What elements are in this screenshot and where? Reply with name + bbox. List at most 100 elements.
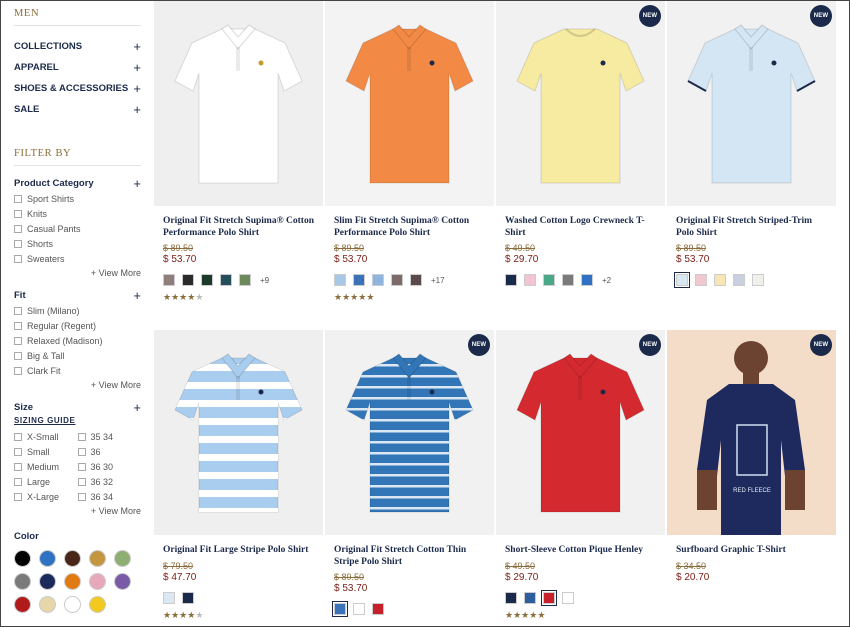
color-swatch[interactable] [89,550,106,567]
color-swatch[interactable] [182,591,194,604]
color-swatch[interactable] [733,274,745,286]
checkbox[interactable] [14,351,22,360]
color-swatch[interactable] [752,274,764,286]
checkbox[interactable] [14,306,22,315]
color-swatch[interactable] [334,274,346,286]
color-swatch[interactable] [239,274,251,286]
color-swatch[interactable] [14,596,31,613]
checkbox[interactable] [14,477,22,486]
color-swatch[interactable] [64,573,81,590]
nav-sale[interactable]: SALE + [14,99,141,120]
filter-option[interactable]: 35 34 [77,429,142,444]
color-swatch[interactable] [372,274,384,286]
filter-option[interactable]: Relaxed (Madison) [14,333,141,348]
facet-header[interactable]: Product Category + [14,175,141,191]
view-more-link[interactable]: + View More [14,506,141,516]
color-swatch[interactable] [163,274,175,286]
product-tile[interactable]: NEW Original Fit Stretch Cotton Thin Stri… [325,330,494,617]
color-swatch[interactable] [391,274,403,286]
product-tile[interactable]: Original Fit Stretch Supima® Cotton Perf… [154,1,323,303]
facet-header[interactable]: Color [14,528,141,544]
filter-option[interactable]: Knits [14,206,141,221]
filter-option[interactable]: Big & Tall [14,348,141,363]
color-swatch[interactable] [39,596,56,613]
checkbox[interactable] [14,432,22,441]
color-swatch[interactable] [543,274,555,286]
filter-option[interactable]: Medium [14,459,78,474]
filter-option[interactable]: Shorts [14,236,141,251]
product-name[interactable]: Original Fit Stretch Striped-Trim Polo S… [676,216,828,239]
checkbox[interactable] [77,447,86,456]
checkbox[interactable] [14,239,22,248]
more-colors-count[interactable]: +17 [431,276,445,285]
color-swatch[interactable] [39,550,56,567]
more-colors-count[interactable]: +9 [260,276,269,285]
filter-option[interactable]: 36 30 [77,459,142,474]
checkbox[interactable] [14,194,22,203]
checkbox[interactable] [77,492,86,501]
product-name[interactable]: Original Fit Stretch Supima® Cotton Perf… [163,216,315,239]
product-tile[interactable]: RED FLEECE NEW Surfboard Graphic T-Shirt $ … [667,330,836,583]
checkbox[interactable] [14,462,22,471]
filter-option[interactable]: 36 32 [77,474,142,489]
color-swatch[interactable] [64,596,81,613]
color-swatch[interactable] [182,274,194,286]
product-image[interactable]: NEW [496,1,665,206]
color-swatch[interactable] [332,601,348,617]
product-tile[interactable]: NEW Short-Sleeve Cotton Pique Henley $ 49.… [496,330,665,621]
product-image[interactable] [154,330,323,535]
checkbox[interactable] [14,224,22,233]
color-swatch[interactable] [410,274,422,286]
checkbox[interactable] [77,432,86,441]
checkbox[interactable] [14,336,22,345]
color-swatch[interactable] [14,573,31,590]
product-name[interactable]: Short-Sleeve Cotton Pique Henley [505,545,657,557]
product-image[interactable]: NEW [496,330,665,535]
product-image[interactable]: NEW [667,1,836,206]
checkbox[interactable] [14,321,22,330]
color-swatch[interactable] [353,603,365,615]
checkbox[interactable] [14,492,22,501]
filter-option[interactable]: Large [14,474,78,489]
checkbox[interactable] [14,254,22,263]
color-swatch[interactable] [695,274,707,286]
nav-collections[interactable]: COLLECTIONS + [14,36,141,57]
filter-option[interactable]: X-Small [14,429,78,444]
checkbox[interactable] [77,462,86,471]
color-swatch[interactable] [114,573,131,590]
product-name[interactable]: Slim Fit Stretch Supima® Cotton Performa… [334,216,486,239]
nav-apparel[interactable]: APPAREL + [14,57,141,78]
view-more-link[interactable]: + View More [14,268,141,278]
color-swatch[interactable] [524,591,536,604]
color-swatch[interactable] [524,274,536,286]
filter-option[interactable]: Regular (Regent) [14,318,141,333]
product-tile[interactable]: Original Fit Large Stripe Polo Shirt $ 79… [154,330,323,621]
product-image[interactable]: NEW [325,330,494,535]
color-swatch[interactable] [89,596,106,613]
product-name[interactable]: Washed Cotton Logo Crewneck T-Shirt [505,216,657,239]
color-swatch[interactable] [562,274,574,286]
color-swatch[interactable] [505,274,517,286]
product-name[interactable]: Original Fit Large Stripe Polo Shirt [163,545,315,557]
filter-option[interactable]: 36 34 [77,489,142,504]
product-name[interactable]: Surfboard Graphic T-Shirt [676,545,828,557]
filter-option[interactable]: Sweaters [14,251,141,266]
facet-header[interactable]: Size + [14,399,141,415]
product-image[interactable]: RED FLEECE NEW [667,330,836,535]
color-swatch[interactable] [220,274,232,286]
color-swatch[interactable] [64,550,81,567]
color-swatch[interactable] [505,591,517,604]
color-swatch[interactable] [581,274,593,286]
filter-option[interactable]: Sport Shirts [14,191,141,206]
sizing-guide-link[interactable]: SIZING GUIDE [14,416,141,425]
filter-option[interactable]: 36 [77,444,142,459]
color-swatch[interactable] [674,272,690,288]
checkbox[interactable] [14,447,22,456]
product-tile[interactable]: Slim Fit Stretch Supima® Cotton Performa… [325,1,494,303]
product-name[interactable]: Original Fit Stretch Cotton Thin Stripe … [334,545,486,568]
product-image[interactable] [154,1,323,206]
color-swatch[interactable] [201,274,213,286]
checkbox[interactable] [14,209,22,218]
filter-option[interactable]: Clark Fit [14,363,141,378]
nav-shoes-accessories[interactable]: SHOES & ACCESSORIES + [14,78,141,99]
